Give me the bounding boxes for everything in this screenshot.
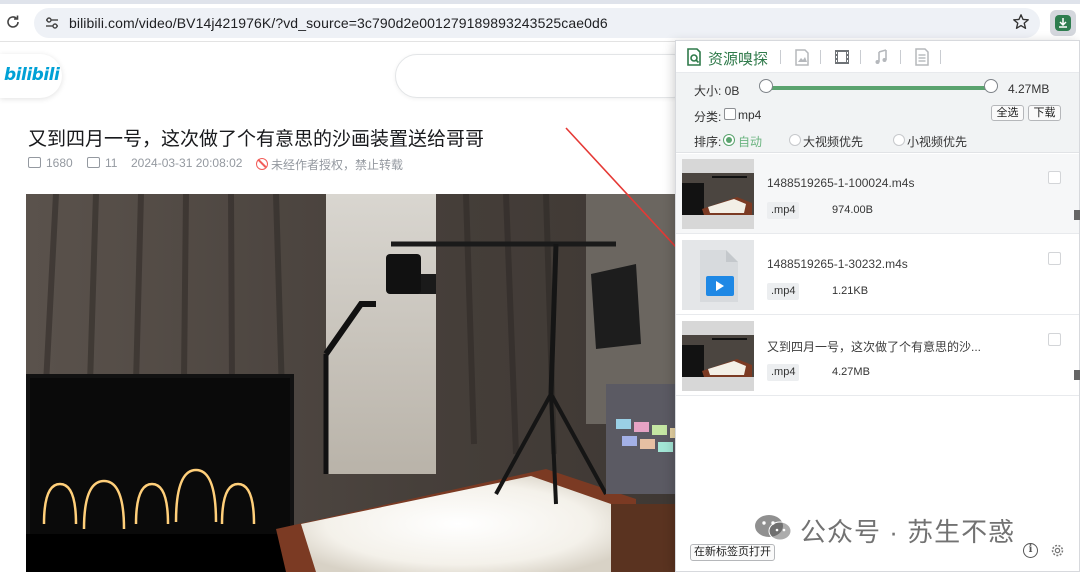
- sort-auto-radio[interactable]: [723, 134, 735, 146]
- open-in-new-tab-button[interactable]: 在新标签页打开: [690, 544, 775, 561]
- tab-divider: [780, 50, 781, 64]
- bilibili-logo-button[interactable]: bilibili: [0, 54, 62, 98]
- address-bar[interactable]: bilibili.com/video/BV14j421976K/?vd_sour…: [34, 8, 1040, 38]
- tab-divider: [860, 50, 861, 64]
- prohibited-icon: [256, 158, 268, 170]
- watermark-text: 公众号 · 苏生不惑: [800, 517, 1016, 547]
- bookmark-star-icon[interactable]: [1012, 13, 1030, 31]
- wechat-logo-icon: [755, 515, 792, 541]
- video-thumbnail: [682, 159, 754, 229]
- gear-icon[interactable]: [1050, 543, 1065, 558]
- browser-toolbar: bilibili.com/video/BV14j421976K/?vd_sour…: [0, 4, 1080, 42]
- page-scrollbar-mark: [1074, 370, 1080, 380]
- danmaku-icon: [87, 157, 100, 168]
- resource-select-checkbox[interactable]: [1048, 171, 1061, 184]
- copyright-notice: 未经作者授权，禁止转载: [256, 156, 403, 173]
- slider-min-handle[interactable]: [759, 79, 773, 93]
- resource-name: 1488519265-1-30232.m4s: [767, 257, 908, 271]
- resource-name: 又到四月一号，这次做了个有意思的沙...: [767, 340, 982, 354]
- popup-title[interactable]: 资源嗅探: [708, 48, 768, 69]
- resource-name: 1488519265-1-100024.m4s: [767, 176, 915, 190]
- danmaku-count-value: 11: [105, 156, 118, 170]
- category-label: 分类:: [694, 110, 722, 124]
- screen: bilibili.com/video/BV14j421976K/?vd_sour…: [0, 0, 1080, 572]
- resource-item[interactable]: 又到四月一号，这次做了个有意思的沙... .mp4 4.27MB: [676, 316, 1079, 396]
- sort-small-first-label: 小视频优先: [907, 135, 968, 149]
- video-thumbnail: [682, 321, 754, 391]
- image-tab-icon[interactable]: [794, 47, 810, 67]
- copyright-notice-text: 未经作者授权，禁止转载: [271, 158, 404, 172]
- video-title: 又到四月一号，这次做了个有意思的沙画装置送给哥哥: [28, 129, 485, 150]
- info-icon[interactable]: i: [1023, 543, 1038, 558]
- mp4-option-label: mp4: [738, 108, 762, 122]
- resource-size: 1.21KB: [832, 285, 869, 297]
- publish-date: 2024-03-31 20:08:02: [131, 156, 243, 170]
- download-button[interactable]: 下载: [1028, 105, 1061, 121]
- page-scrollbar-mark: [1074, 210, 1080, 220]
- video-tab-icon[interactable]: [834, 47, 850, 67]
- resource-sniffer-popup: 资源嗅探 大小: 0B 4.27MB 分类: mp4 全选 下载 排序: 自动 …: [675, 40, 1080, 572]
- site-settings-icon[interactable]: [44, 15, 60, 31]
- size-range-slider[interactable]: [766, 86, 991, 90]
- resource-ext-badge: .mp4: [767, 283, 800, 300]
- tab-divider: [900, 50, 901, 64]
- sort-large-first-label: 大视频优先: [803, 135, 864, 149]
- play-count-icon: [28, 157, 41, 168]
- document-tab-icon[interactable]: [914, 47, 930, 67]
- download-extension-icon: [1055, 15, 1071, 31]
- popup-tabbar: 资源嗅探: [676, 41, 1079, 73]
- url-text: bilibili.com/video/BV14j421976K/?vd_sour…: [69, 15, 608, 31]
- size-max-label: 4.27MB: [1008, 82, 1050, 96]
- resource-ext-badge: .mp4: [767, 364, 800, 381]
- view-count-value: 1680: [46, 156, 73, 170]
- resource-select-checkbox[interactable]: [1048, 252, 1061, 265]
- mp4-checkbox[interactable]: [724, 108, 736, 120]
- resource-item[interactable]: 1488519265-1-100024.m4s .mp4 974.00B: [676, 154, 1079, 234]
- sort-auto-label: 自动: [738, 135, 763, 149]
- audio-tab-icon[interactable]: [874, 47, 890, 67]
- sort-label: 排序:: [694, 135, 722, 149]
- filter-controls: 大小: 0B 4.27MB 分类: mp4 全选 下载 排序: 自动 大视频优先…: [676, 73, 1079, 153]
- extension-button[interactable]: [1050, 10, 1076, 36]
- magnifier-doc-icon[interactable]: [686, 47, 702, 67]
- sort-small-first-radio[interactable]: [893, 134, 905, 146]
- resource-size: 974.00B: [832, 204, 873, 216]
- tab-divider: [820, 50, 821, 64]
- reload-icon[interactable]: [5, 14, 21, 30]
- resource-size: 4.27MB: [832, 366, 870, 378]
- size-min-label: 大小: 0B: [694, 84, 740, 98]
- resource-list: 1488519265-1-100024.m4s .mp4 974.00B 148…: [676, 154, 1079, 534]
- slider-max-handle[interactable]: [984, 79, 998, 93]
- resource-item[interactable]: 1488519265-1-30232.m4s .mp4 1.21KB: [676, 235, 1079, 315]
- sort-large-first-radio[interactable]: [789, 134, 801, 146]
- bilibili-logo: bilibili: [4, 65, 60, 85]
- tab-divider: [940, 50, 941, 64]
- resource-ext-badge: .mp4: [767, 202, 800, 219]
- view-count: 1680: [28, 156, 73, 170]
- resource-select-checkbox[interactable]: [1048, 333, 1061, 346]
- file-thumbnail: [682, 240, 754, 310]
- danmaku-count: 11: [87, 156, 117, 170]
- search-input[interactable]: [395, 54, 695, 98]
- select-all-button[interactable]: 全选: [991, 105, 1024, 121]
